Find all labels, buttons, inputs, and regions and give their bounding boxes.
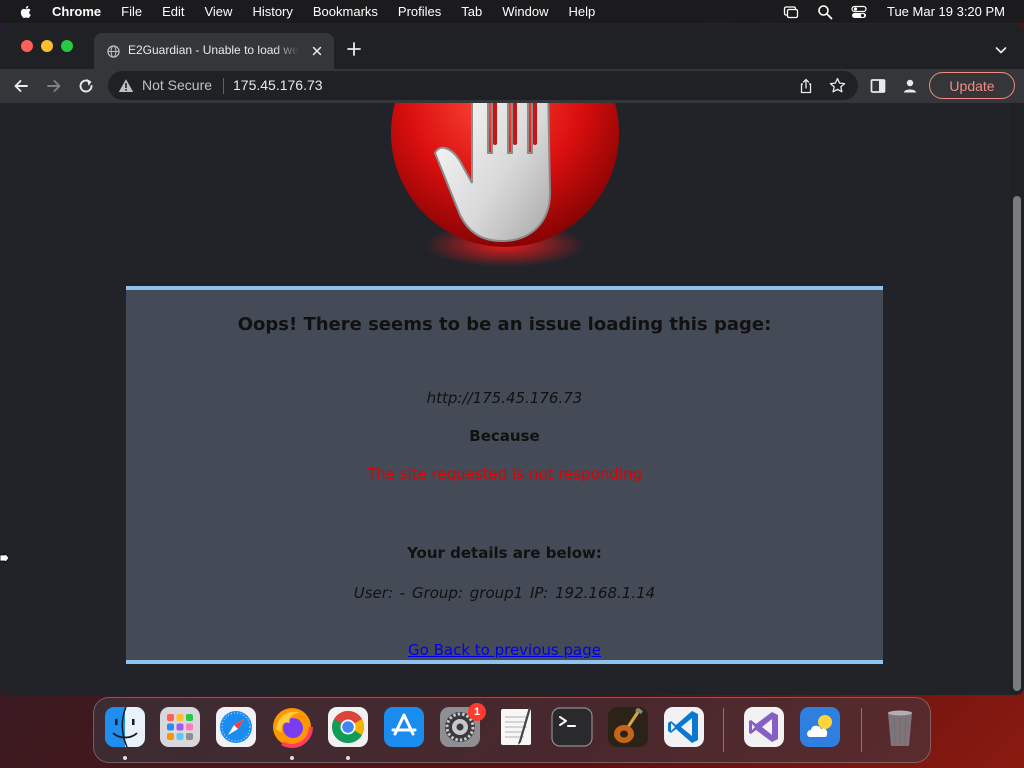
url-text[interactable]: 175.45.176.73: [233, 77, 323, 93]
side-panel-icon[interactable]: [869, 77, 887, 95]
notification-badge: 1: [468, 703, 486, 721]
menu-window[interactable]: Window: [502, 4, 548, 19]
tab-strip: E2Guardian - Unable to load web page: [0, 24, 1024, 69]
dock-separator-trash: [861, 708, 862, 752]
mouse-pointer-icon: [0, 553, 10, 563]
vscode-icon[interactable]: [662, 705, 706, 749]
bookmark-star-icon[interactable]: [829, 77, 846, 94]
apple-menu-icon[interactable]: [18, 4, 34, 20]
menu-bookmarks[interactable]: Bookmarks: [313, 4, 378, 19]
window-zoom-button[interactable]: [61, 40, 73, 52]
weather-icon[interactable]: [798, 705, 842, 749]
new-tab-icon[interactable]: [346, 41, 362, 57]
dock: 1: [93, 697, 931, 763]
details-heading: Your details are below:: [407, 544, 602, 562]
update-button[interactable]: Update: [929, 72, 1015, 99]
tab-close-icon[interactable]: [310, 44, 324, 58]
back-arrow-icon[interactable]: [12, 77, 30, 95]
firefox-running-dot: [290, 756, 294, 760]
finder-running-dot: [123, 756, 127, 760]
chrome-running-dot: [346, 756, 350, 760]
dock-separator: [723, 708, 724, 752]
garageband-icon[interactable]: [606, 705, 650, 749]
error-heading: Oops! There seems to be an issue loading…: [237, 314, 772, 335]
menu-profiles[interactable]: Profiles: [398, 4, 441, 19]
menu-help[interactable]: Help: [569, 4, 596, 19]
tab-e2guardian[interactable]: E2Guardian - Unable to load web page: [94, 33, 334, 69]
menu-history[interactable]: History: [252, 4, 292, 19]
scrollbar-thumb[interactable]: [1013, 196, 1021, 691]
stop-hand-image: [391, 103, 619, 267]
terminal-icon[interactable]: [550, 705, 594, 749]
menu-bar: Chrome File Edit View History Bookmarks …: [0, 0, 1024, 23]
menu-view[interactable]: View: [204, 4, 232, 19]
profile-avatar-icon[interactable]: [901, 77, 919, 95]
tab-search-chevron-icon[interactable]: [994, 43, 1008, 57]
launchpad-icon[interactable]: [158, 705, 202, 749]
reload-icon[interactable]: [77, 77, 95, 95]
vertical-scrollbar[interactable]: [1010, 103, 1024, 695]
safari-icon[interactable]: [214, 705, 258, 749]
chrome-icon[interactable]: [326, 705, 370, 749]
window-close-button[interactable]: [21, 40, 33, 52]
menu-file[interactable]: File: [121, 4, 142, 19]
firefox-icon[interactable]: [270, 705, 314, 749]
go-back-link[interactable]: Go Back to previous page: [126, 641, 883, 659]
forward-arrow-icon[interactable]: [45, 77, 63, 95]
browser-window: E2Guardian - Unable to load web page: [0, 24, 1024, 695]
error-panel: Oops! There seems to be an issue loading…: [126, 286, 883, 664]
window-minimize-button[interactable]: [41, 40, 53, 52]
block-reason: The site requested is not responding: [367, 465, 642, 483]
trash-icon[interactable]: [878, 705, 922, 749]
browser-toolbar: Not Secure 175.45.176.73 Update: [0, 69, 1024, 103]
menu-tab[interactable]: Tab: [461, 4, 482, 19]
tab-title: E2Guardian - Unable to load web page: [128, 43, 300, 57]
menu-clock[interactable]: Tue Mar 19 3:20 PM: [887, 4, 1005, 19]
user-details: User: - Group: group1 IP: 192.168.1.14: [353, 584, 656, 602]
page-content: Oops! There seems to be an issue loading…: [0, 103, 1010, 695]
textedit-icon[interactable]: [494, 705, 538, 749]
security-status-label[interactable]: Not Secure: [142, 77, 212, 93]
app-store-icon[interactable]: [382, 705, 426, 749]
warning-triangle-icon[interactable]: [118, 78, 134, 93]
menu-app-name[interactable]: Chrome: [52, 4, 101, 19]
omnibox-divider: [223, 78, 224, 94]
because-label: Because: [469, 427, 540, 445]
finder-icon[interactable]: [103, 705, 147, 749]
address-bar[interactable]: Not Secure 175.45.176.73: [108, 71, 858, 100]
globe-icon: [107, 45, 120, 58]
blocked-url: http://175.45.176.73: [426, 389, 583, 407]
control-center-icon[interactable]: [851, 4, 867, 20]
visual-studio-icon[interactable]: [742, 705, 786, 749]
menu-edit[interactable]: Edit: [162, 4, 184, 19]
spotlight-search-icon[interactable]: [817, 4, 833, 20]
share-icon[interactable]: [798, 78, 814, 94]
screen-mirroring-icon[interactable]: [783, 4, 799, 20]
